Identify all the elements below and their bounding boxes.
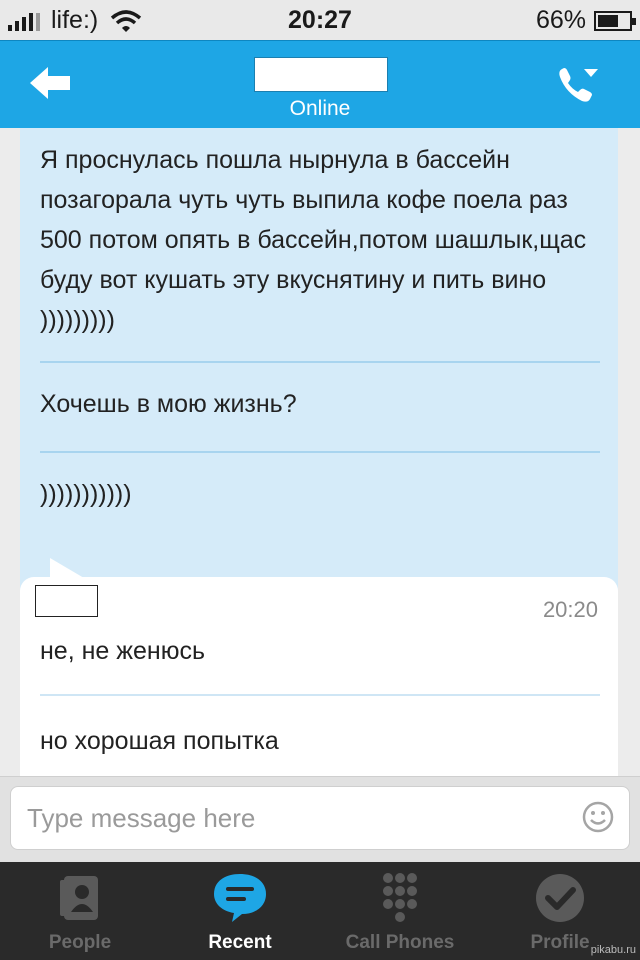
tab-label: Call Phones	[345, 932, 455, 953]
chat-header: Online	[0, 40, 640, 128]
contact-status: Online	[289, 97, 351, 120]
tab-people[interactable]: People	[0, 862, 160, 960]
outgoing-bubble-tail	[50, 558, 84, 578]
outgoing-message-text: не, не женюсь	[40, 637, 205, 665]
tab-call-phones[interactable]: Call Phones	[320, 862, 480, 960]
status-check-icon	[536, 874, 584, 922]
battery-percent: 66%	[535, 6, 586, 34]
outgoing-message-bubble: 20:20 не, не женюсь но хорошая попытка	[20, 577, 618, 776]
status-bar: life:) 20:27 66%	[0, 0, 640, 40]
sender-name-redacted	[35, 585, 98, 617]
message-composer	[0, 776, 640, 862]
tab-bar: People Recent Call Phones Profile pikabu…	[0, 862, 640, 960]
smiley-icon[interactable]	[582, 801, 614, 833]
incoming-message-text: )))))))))))	[40, 480, 132, 508]
message-divider	[40, 361, 600, 363]
incoming-message-text: Хочешь в мою жизнь?	[40, 390, 297, 418]
outgoing-message-text: но хорошая попытка	[40, 727, 279, 755]
message-timestamp: 20:20	[542, 597, 598, 622]
phone-icon[interactable]	[554, 63, 602, 105]
watermark: pikabu.ru	[590, 944, 636, 956]
message-divider	[40, 451, 600, 453]
tab-label: Recent	[208, 932, 272, 953]
battery-icon	[594, 10, 636, 31]
battery-fill	[598, 14, 618, 27]
tab-label: People	[48, 932, 112, 953]
tab-recent[interactable]: Recent	[160, 862, 320, 960]
chat-bubble-icon	[214, 874, 266, 922]
contact-card-icon	[60, 876, 98, 920]
battery-status: 66%	[535, 6, 636, 35]
conversation-thread[interactable]: Я проснулась пошла нырнула в бассейн поз…	[0, 128, 640, 776]
incoming-message-text: Я проснулась пошла нырнула в бассейн поз…	[40, 146, 587, 334]
message-input[interactable]	[10, 786, 630, 850]
dialpad-icon	[383, 873, 417, 922]
message-divider	[40, 694, 600, 696]
contact-name-redacted	[254, 57, 388, 92]
